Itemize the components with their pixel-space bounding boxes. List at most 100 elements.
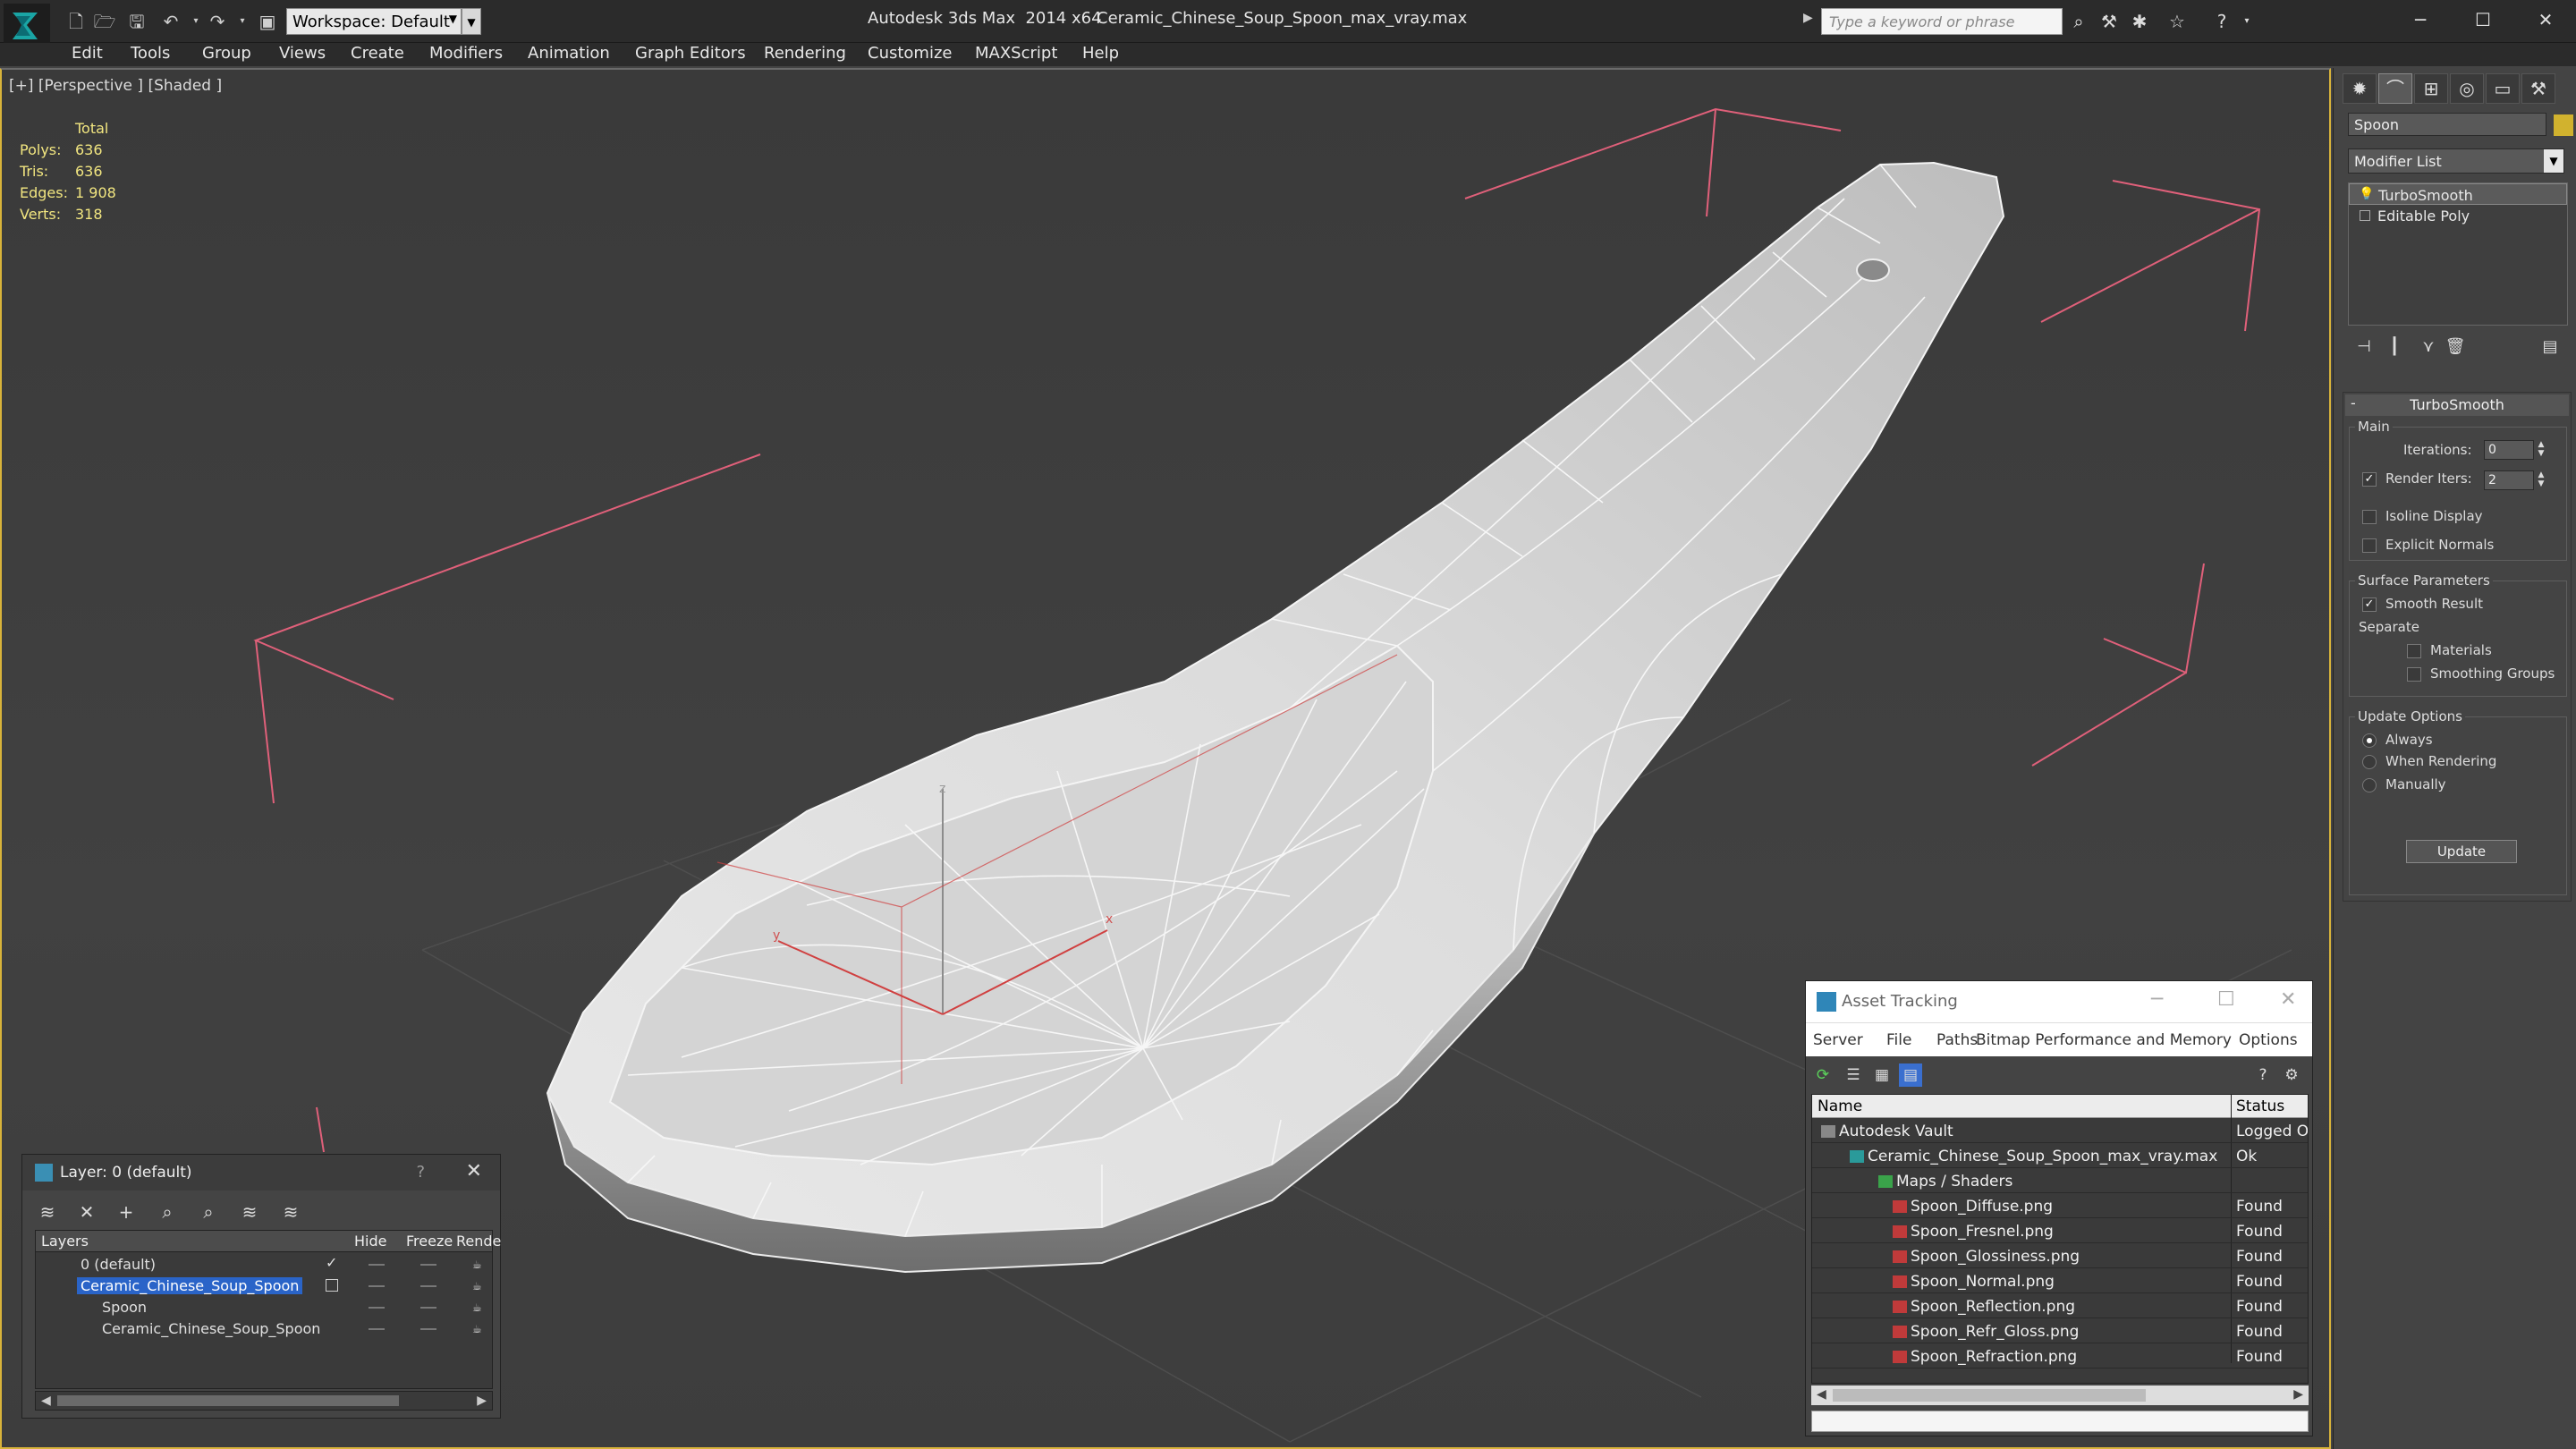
open-file-icon[interactable]: 🗁 bbox=[93, 11, 116, 32]
maximize-icon[interactable]: ☐ bbox=[2217, 988, 2235, 1011]
rollout-header[interactable]: - TurboSmooth bbox=[2345, 394, 2569, 416]
hierarchy-tab-icon[interactable]: ⊞ bbox=[2414, 73, 2448, 104]
delete-layer-icon[interactable]: ✕ bbox=[74, 1199, 99, 1224]
asset-row[interactable]: Spoon_Refr_Gloss.png Found bbox=[1812, 1320, 2308, 1343]
select-objects-icon[interactable]: ⌕ bbox=[155, 1199, 180, 1224]
menu-views[interactable]: Views bbox=[279, 44, 326, 63]
col-render[interactable]: Rende bbox=[456, 1233, 501, 1250]
layer-row[interactable]: Ceramic_Chinese_Soup_Spoon ☕ bbox=[36, 1275, 492, 1297]
maximize-button[interactable]: ☐ bbox=[2456, 4, 2510, 36]
asset-menu-server[interactable]: Server bbox=[1813, 1031, 1863, 1049]
asset-row[interactable]: Autodesk Vault Logged O bbox=[1812, 1120, 2308, 1143]
create-tab-icon[interactable]: ✹ bbox=[2343, 73, 2377, 104]
when-rendering-radio[interactable] bbox=[2362, 755, 2377, 769]
isoline-display-checkbox[interactable] bbox=[2362, 510, 2377, 524]
new-file-icon[interactable]: 🗋 bbox=[64, 11, 88, 32]
menu-modifiers[interactable]: Modifiers bbox=[429, 44, 503, 63]
asset-horizontal-scrollbar[interactable]: ◀ ▶ bbox=[1811, 1385, 2309, 1405]
layer-row[interactable]: 0 (default) ✓ ☕ bbox=[36, 1254, 492, 1275]
scrollbar-thumb[interactable] bbox=[57, 1395, 399, 1406]
hide-toggle[interactable] bbox=[369, 1264, 385, 1266]
active-layer-check-icon[interactable]: ✓ bbox=[326, 1254, 337, 1271]
menu-rendering[interactable]: Rendering bbox=[764, 44, 846, 63]
redo-icon[interactable]: ↷ bbox=[206, 11, 229, 32]
utilities-tab-icon[interactable]: ⚒ bbox=[2521, 73, 2555, 104]
asset-row[interactable]: Spoon_Diffuse.png Found bbox=[1812, 1195, 2308, 1218]
menu-graph-editors[interactable]: Graph Editors bbox=[635, 44, 746, 63]
render-teapot-icon[interactable]: ☕ bbox=[472, 1280, 487, 1292]
redo-dropdown-icon[interactable]: ▾ bbox=[231, 11, 254, 32]
help-icon[interactable]: ? bbox=[416, 1163, 425, 1182]
scroll-right-icon[interactable]: ▶ bbox=[477, 1394, 487, 1408]
stack-item-editable-poly[interactable]: Editable Poly bbox=[2349, 205, 2567, 226]
scroll-left-icon[interactable]: ◀ bbox=[41, 1394, 51, 1408]
list-view-icon[interactable]: ☰ bbox=[1842, 1063, 1865, 1087]
menu-create[interactable]: Create bbox=[351, 44, 404, 63]
binoculars-icon[interactable]: ⌕ bbox=[2066, 9, 2091, 34]
active-layer-box[interactable] bbox=[326, 1279, 338, 1292]
object-color-swatch[interactable] bbox=[2554, 114, 2573, 136]
make-unique-icon[interactable]: ⋎ bbox=[2414, 333, 2443, 361]
smoothing-groups-checkbox[interactable] bbox=[2407, 667, 2421, 682]
close-icon[interactable]: ✕ bbox=[466, 1160, 482, 1182]
favorites-star-icon[interactable]: ☆ bbox=[2165, 9, 2190, 34]
spoon-mesh[interactable] bbox=[546, 161, 2005, 1274]
render-teapot-icon[interactable]: ☕ bbox=[472, 1323, 487, 1335]
render-teapot-icon[interactable]: ☕ bbox=[472, 1301, 487, 1314]
asset-dialog-titlebar[interactable]: Asset Tracking ─ ☐ ✕ bbox=[1806, 981, 2312, 1022]
asset-row[interactable]: Spoon_Glossiness.png Found bbox=[1812, 1245, 2308, 1268]
materials-checkbox[interactable] bbox=[2407, 644, 2421, 658]
app-menu-button[interactable] bbox=[4, 4, 50, 48]
layer-horizontal-scrollbar[interactable]: ◀ ▶ bbox=[35, 1391, 493, 1411]
asset-row[interactable]: Maps / Shaders bbox=[1812, 1170, 2308, 1193]
workspace-dropdown-button[interactable]: ▼ bbox=[462, 8, 481, 35]
asset-menu-options[interactable]: Options bbox=[2239, 1031, 2298, 1049]
help-icon[interactable]: ? bbox=[2251, 1063, 2275, 1087]
freeze-toggle[interactable] bbox=[420, 1328, 436, 1330]
menu-maxscript[interactable]: MAXScript bbox=[975, 44, 1057, 63]
spinner-arrows-icon[interactable]: ▲ ▼ bbox=[2536, 470, 2546, 490]
minimize-button[interactable]: ─ bbox=[2394, 4, 2447, 36]
highlight-layer-icon[interactable]: ⌕ bbox=[196, 1199, 221, 1224]
asset-row[interactable]: Spoon_Refraction.png Found bbox=[1812, 1345, 2308, 1368]
menu-customize[interactable]: Customize bbox=[868, 44, 952, 63]
menu-animation[interactable]: Animation bbox=[528, 44, 610, 63]
layer-dialog-titlebar[interactable]: Layer: 0 (default) ? ✕ bbox=[22, 1155, 500, 1191]
asset-menu-bitmap-performance[interactable]: Bitmap Performance and Memory bbox=[1976, 1031, 2232, 1049]
hide-toggle[interactable] bbox=[369, 1285, 385, 1287]
context-help-icon[interactable]: ⚙ bbox=[2280, 1063, 2303, 1087]
motion-tab-icon[interactable]: ◎ bbox=[2450, 73, 2484, 104]
menu-help[interactable]: Help bbox=[1082, 44, 1119, 63]
save-file-icon[interactable]: 🖫 bbox=[125, 11, 148, 32]
asset-path-field[interactable] bbox=[1811, 1411, 2309, 1432]
display-tab-icon[interactable]: ▭ bbox=[2486, 73, 2520, 104]
update-button[interactable]: Update bbox=[2406, 840, 2517, 863]
hide-all-layers-icon[interactable]: ≋ bbox=[237, 1199, 262, 1224]
modify-tab-icon[interactable]: ⌒ bbox=[2378, 73, 2412, 104]
create-layer-icon[interactable]: ≋ bbox=[35, 1199, 60, 1224]
layer-row[interactable]: Ceramic_Chinese_Soup_Spoon ☕ bbox=[36, 1318, 492, 1340]
freeze-toggle[interactable] bbox=[420, 1307, 436, 1309]
show-end-result-icon[interactable]: ┃ bbox=[2380, 333, 2409, 361]
scroll-left-icon[interactable]: ◀ bbox=[1817, 1387, 1826, 1402]
object-name-field[interactable]: Spoon bbox=[2348, 113, 2546, 136]
hide-toggle[interactable] bbox=[369, 1328, 385, 1330]
remove-modifier-icon[interactable]: 🗑 bbox=[2441, 333, 2470, 361]
layer-row[interactable]: Spoon ☕ bbox=[36, 1297, 492, 1318]
scroll-right-icon[interactable]: ▶ bbox=[2293, 1387, 2303, 1402]
render-iters-checkbox[interactable]: ✓ bbox=[2362, 472, 2377, 487]
asset-menu-paths[interactable]: Paths bbox=[1936, 1031, 1978, 1049]
col-name[interactable]: Name bbox=[1818, 1097, 1862, 1115]
undo-icon[interactable]: ↶ bbox=[159, 11, 182, 32]
menu-edit[interactable]: Edit bbox=[72, 44, 103, 63]
col-layers[interactable]: Layers bbox=[41, 1233, 89, 1250]
pin-stack-icon[interactable]: ⊣ bbox=[2350, 333, 2378, 361]
refresh-icon[interactable]: ⟳ bbox=[1811, 1063, 1835, 1087]
col-freeze[interactable]: Freeze bbox=[406, 1233, 453, 1250]
freeze-all-layers-icon[interactable]: ≋ bbox=[278, 1199, 303, 1224]
asset-menu-file[interactable]: File bbox=[1886, 1031, 1911, 1049]
spinner-arrows-icon[interactable]: ▲ ▼ bbox=[2536, 440, 2546, 460]
minimize-icon[interactable]: ─ bbox=[2151, 988, 2163, 1011]
menu-group[interactable]: Group bbox=[202, 44, 251, 63]
expand-plus-icon[interactable] bbox=[2360, 210, 2370, 221]
